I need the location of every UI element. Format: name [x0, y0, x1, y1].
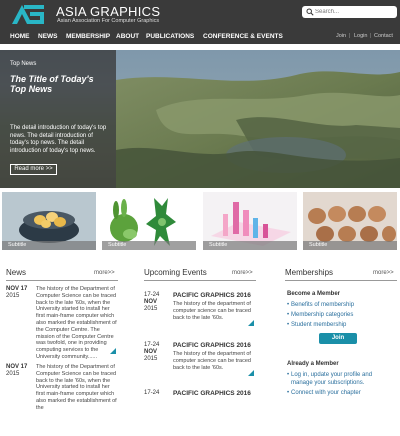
event-item[interactable]: 17-24 NOV 2015 PACIFIC GRAPHICS 2016 The…	[144, 292, 274, 338]
event-summary: The history of the department of compute…	[173, 351, 251, 371]
event-item[interactable]: 17-24 PACIFIC GRAPHICS 2016	[144, 390, 274, 436]
utility-separator: |	[370, 33, 372, 39]
terrain-render-image	[116, 50, 400, 188]
hero-caption-panel: Top News The Title of Today's Top News T…	[0, 50, 116, 188]
event-date: 17-24	[144, 390, 168, 397]
login-link[interactable]: Login	[354, 33, 367, 39]
news-heading: News	[6, 268, 27, 277]
news-summary: The history of the Department of Compute…	[36, 364, 117, 411]
nav-item-membership[interactable]: MEMBERSHIP	[66, 33, 110, 40]
search-box[interactable]	[302, 6, 397, 18]
chapter-link[interactable]: Connect with your chapter	[291, 390, 361, 396]
divider	[6, 280, 118, 281]
bullet-icon: •	[287, 390, 290, 396]
thumbnail-card[interactable]: Subtitle	[303, 192, 397, 250]
news-item[interactable]: NOV 17 2015 The history of the Departmen…	[6, 364, 118, 422]
nav-item-home[interactable]: HOME	[10, 33, 30, 40]
hero-title[interactable]: The Title of Today's Top News	[10, 74, 110, 94]
become-member-heading: Become a Member	[287, 291, 341, 297]
bullet-icon: •	[287, 312, 290, 318]
news-section: News more>> NOV 17 2015 The history of t…	[6, 264, 118, 411]
event-item[interactable]: 17-24 NOV 2015 PACIFIC GRAPHICS 2016 The…	[144, 342, 274, 388]
thumbnail-card[interactable]: Subtitle	[2, 192, 96, 250]
bullet-icon: •	[287, 322, 290, 328]
news-item[interactable]: NOV 17 2015 The history of the Departmen…	[6, 286, 118, 360]
already-member-heading: Already a Member	[287, 361, 339, 367]
thumbnail-card[interactable]: Subtitle	[203, 192, 297, 250]
event-year: 2015	[144, 356, 158, 362]
event-days: 17-24	[144, 390, 160, 396]
news-summary: The history of the Department of Compute…	[36, 286, 117, 360]
event-year: 2015	[144, 306, 158, 312]
asia-graphics-logo-icon[interactable]	[10, 3, 46, 25]
thumbnail-caption: Subtitle	[203, 241, 297, 250]
memberships-heading: Memberships	[285, 268, 334, 277]
event-date: 17-24 NOV 2015	[144, 342, 168, 363]
event-month: NOV	[144, 299, 158, 305]
site-title[interactable]: ASIA GRAPHICS	[56, 4, 160, 19]
event-date: 17-24 NOV 2015	[144, 292, 168, 313]
memberships-section: Memberships more>> Become a Member • Ben…	[285, 264, 397, 400]
divider	[285, 280, 397, 281]
expand-corner-icon[interactable]	[248, 370, 254, 376]
nav-item-news[interactable]: NEWS	[38, 33, 58, 40]
news-date-year: 2015	[6, 293, 20, 299]
news-date: NOV 17 2015	[6, 286, 32, 300]
divider	[144, 280, 256, 281]
contact-link[interactable]: Contact	[374, 33, 393, 39]
site-header: ASIA GRAPHICS Asian Association For Comp…	[0, 0, 400, 30]
hero-label: Top News	[10, 61, 37, 67]
memberships-more-link[interactable]: more>>	[373, 270, 394, 276]
news-date-day: NOV 17	[6, 364, 28, 370]
expand-corner-icon[interactable]	[248, 320, 254, 326]
thumbnail-caption: Subtitle	[102, 241, 196, 250]
nav-item-about[interactable]: ABOUT	[116, 33, 139, 40]
thumbnail-card[interactable]: Subtitle	[102, 192, 196, 250]
news-date-year: 2015	[6, 371, 20, 377]
event-title[interactable]: PACIFIC GRAPHICS 2016	[173, 390, 251, 397]
event-days: 17-24	[144, 342, 160, 348]
news-more-link[interactable]: more>>	[94, 270, 115, 276]
event-summary: The history of the department of compute…	[173, 301, 251, 321]
events-section: Upcoming Events more>> 17-24 NOV 2015 PA…	[144, 264, 274, 400]
events-heading: Upcoming Events	[144, 268, 207, 277]
event-days: 17-24	[144, 292, 160, 298]
event-month: NOV	[144, 349, 158, 355]
read-more-button[interactable]: Read more >>	[10, 164, 57, 175]
bullet-icon: •	[287, 372, 290, 378]
news-date: NOV 17 2015	[6, 364, 32, 378]
event-title[interactable]: PACIFIC GRAPHICS 2016	[173, 342, 251, 349]
event-title[interactable]: PACIFIC GRAPHICS 2016	[173, 292, 251, 299]
thumbnail-caption: Subtitle	[303, 241, 397, 250]
events-more-link[interactable]: more>>	[232, 270, 253, 276]
student-membership-link[interactable]: Student membership	[291, 322, 346, 328]
search-icon[interactable]	[306, 8, 314, 16]
login-profile-link[interactable]: Log in, update your profile and manage y…	[291, 372, 391, 387]
main-nav: HOME NEWS MEMBERSHIP ABOUT PUBLICATIONS …	[0, 30, 400, 44]
news-date-day: NOV 17	[6, 286, 28, 292]
join-link[interactable]: Join	[336, 33, 346, 39]
join-button[interactable]: Join	[319, 333, 357, 344]
nav-item-publications[interactable]: PUBLICATIONS	[146, 33, 194, 40]
bullet-icon: •	[287, 302, 290, 308]
thumbnail-caption: Subtitle	[2, 241, 96, 250]
nav-item-conference-events[interactable]: CONFERENCE & EVENTS	[203, 33, 283, 40]
expand-corner-icon[interactable]	[110, 348, 116, 354]
benefits-link[interactable]: Benefits of membership	[291, 302, 354, 308]
categories-link[interactable]: Membership categories	[291, 312, 353, 318]
search-input[interactable]	[315, 7, 393, 17]
hero-description: The detail introduction of today's top n…	[10, 125, 107, 154]
site-subtitle: Asian Association For Computer Graphics	[57, 18, 160, 24]
utility-separator: |	[349, 33, 351, 39]
top-news-slider[interactable]: Top News The Title of Today's Top News T…	[0, 50, 400, 188]
